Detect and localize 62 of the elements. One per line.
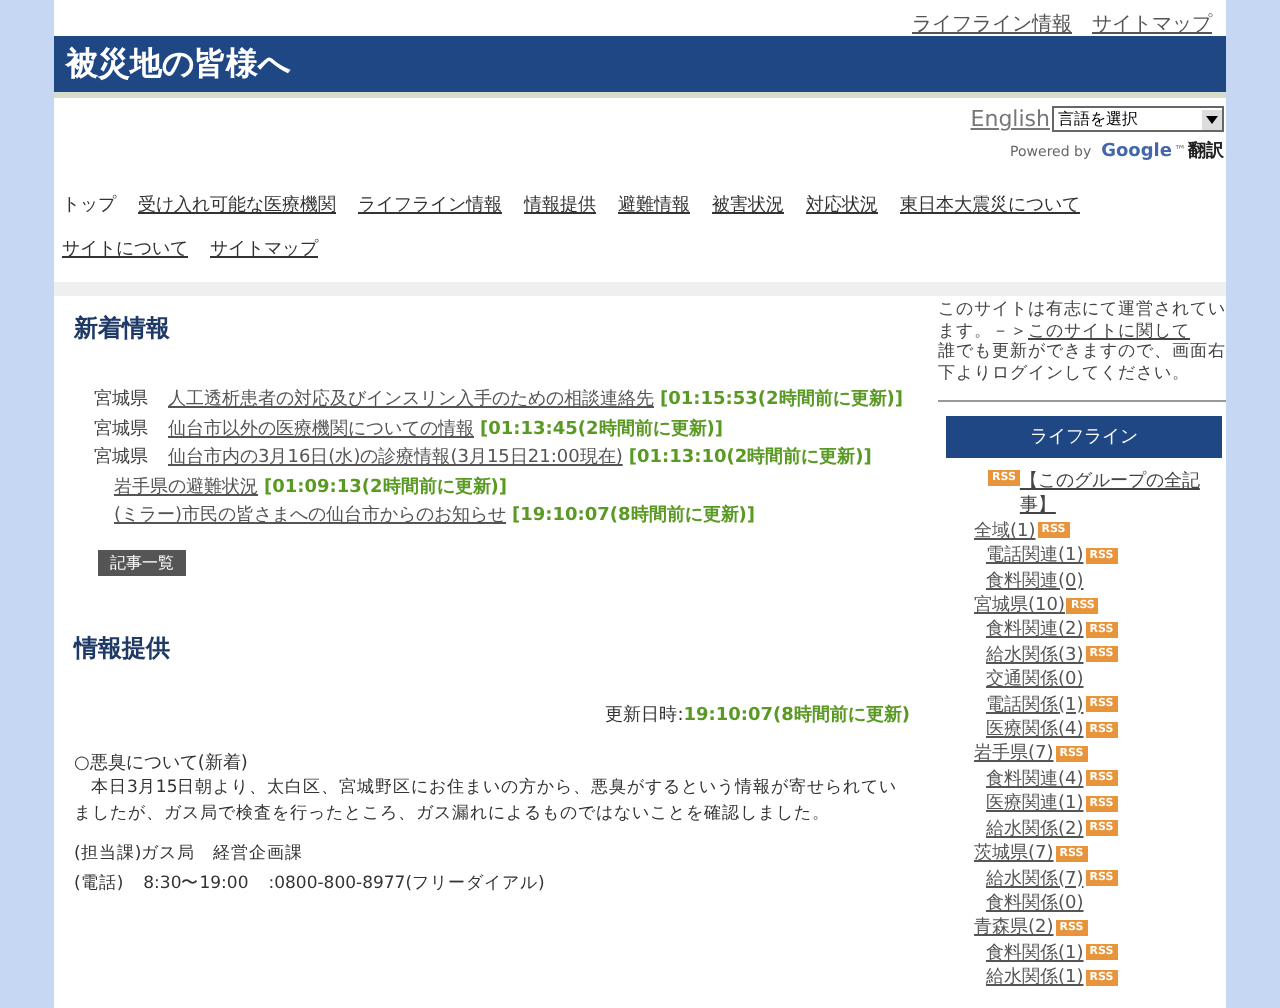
- nav-link[interactable]: トップ: [62, 192, 116, 218]
- category-link[interactable]: 岩手県(7): [974, 744, 1054, 765]
- news-entry: 宮城県 仙台市以外の医療機関についての情報 [01:13:45(2時間前に更新)]: [92, 416, 725, 443]
- update-time: 19:10:07(8時間前に更新): [683, 705, 910, 725]
- translate-label: 翻訳: [1188, 138, 1224, 164]
- nav-link[interactable]: サイトマップ: [210, 236, 318, 262]
- about-link[interactable]: このサイトに関して: [1028, 321, 1190, 341]
- category-link[interactable]: 給水関係(7): [986, 869, 1084, 889]
- category-link[interactable]: 食料関連(2): [986, 620, 1084, 641]
- site-notice: このサイトは有志にて運営されています。－＞このサイトに関して 誰でも更新ができますので、画面右下よりログインしてください。: [938, 300, 1226, 402]
- nav-link[interactable]: 東日本大震災について: [900, 192, 1080, 218]
- english-link[interactable]: English: [970, 106, 1050, 132]
- site-title: 被災地の皆様へ: [66, 43, 290, 85]
- lifeline-header: ライフライン: [946, 416, 1222, 458]
- nav-link[interactable]: 避難情報: [618, 192, 690, 218]
- category-link[interactable]: 全域(1): [974, 521, 1036, 542]
- language-select[interactable]: 言語を選択: [1052, 106, 1224, 132]
- category-link[interactable]: 医療関連(1): [986, 794, 1084, 815]
- category-link[interactable]: 給水関係(3): [986, 645, 1084, 666]
- nav-link[interactable]: 受け入れ可能な医療機関: [138, 192, 336, 218]
- nav-link[interactable]: 対応状況: [806, 192, 878, 218]
- category-link[interactable]: 茨城県(7): [974, 844, 1054, 865]
- top-link[interactable]: サイトマップ: [1092, 10, 1212, 36]
- news-entry: 岩手県の避難状況 [01:09:13(2時間前に更新)]: [114, 474, 509, 501]
- article-list-button[interactable]: 記事一覧: [98, 549, 186, 575]
- news-entry: 宮城県 仙台市内の3月16日(水)の診療情報(3月15日21:00現在) [01:13:10(2時間前に更新)]: [92, 444, 874, 472]
- article-title: ○悪臭について(新着): [74, 751, 250, 776]
- all-articles-link[interactable]: 【このグループの全記事】: [1019, 470, 1226, 520]
- nav-link[interactable]: ライフライン情報: [358, 192, 502, 218]
- category-link[interactable]: 食料関連(0): [986, 571, 1084, 592]
- news-link[interactable]: 岩手県の避難状況: [114, 477, 258, 497]
- news-entry: (ミラー)市民の皆さまへの仙台市からのお知らせ [19:10:07(8時間前に更新)]: [114, 502, 758, 530]
- category-link[interactable]: 交通関係(0): [986, 670, 1084, 691]
- top-link[interactable]: ライフライン情報: [912, 10, 1072, 36]
- nav-link[interactable]: 情報提供: [524, 192, 596, 218]
- category-link[interactable]: 食料関連(4): [986, 769, 1084, 790]
- translate-logo: Google: [1101, 141, 1172, 161]
- category-link[interactable]: 青森県(2): [974, 918, 1054, 939]
- contact-text: (担当課)ガス局 経営企画課: [74, 842, 306, 867]
- category-link[interactable]: 電話関連(1): [986, 546, 1084, 567]
- phone-number: :0800-800-8977(フリーダイアル): [268, 871, 545, 896]
- news-link[interactable]: 仙台市以外の医療機関についての情報: [168, 419, 474, 439]
- phone-hours: 8:30〜19:00: [143, 871, 249, 896]
- category-link[interactable]: 食料関係(0): [986, 893, 1084, 914]
- news-link[interactable]: (ミラー)市民の皆さまへの仙台市からのお知らせ: [114, 506, 507, 526]
- nav-link[interactable]: サイトについて: [62, 236, 188, 262]
- category-link[interactable]: 給水関係(2): [986, 819, 1084, 840]
- phone-label: (電話): [74, 871, 124, 896]
- dropdown-arrow-icon: [1202, 109, 1222, 129]
- section-heading: 情報提供: [74, 631, 172, 665]
- nav-link[interactable]: 被害状況: [712, 192, 784, 218]
- news-link[interactable]: 人工透析患者の対応及びインスリン入手のための相談連絡先: [168, 390, 654, 410]
- news-link[interactable]: 仙台市内の3月16日(水)の診療情報(3月15日21:00現在): [168, 448, 623, 468]
- category-link[interactable]: 医療関係(4): [986, 720, 1084, 741]
- category-link[interactable]: 給水関係(1): [986, 968, 1084, 989]
- category-link[interactable]: 食料関係(1): [986, 943, 1084, 964]
- news-entry: 宮城県 人工透析患者の対応及びインスリン入手のための相談連絡先 [01:15:53(2時間前に更新)]: [92, 386, 905, 414]
- category-link[interactable]: 電話関係(1): [986, 695, 1084, 716]
- section-heading: 新着情報: [74, 312, 172, 346]
- article-body: 本日3月15日朝より、太白区、宮城野区にお住まいの方から、悪臭がするという情報が寄せられていましたが、ガス局で検査を行ったところ、ガス漏れによるものではないことを確認しました。: [74, 776, 900, 826]
- updated-label: 更新日時:: [605, 705, 684, 725]
- category-link[interactable]: 宮城県(10): [974, 596, 1065, 617]
